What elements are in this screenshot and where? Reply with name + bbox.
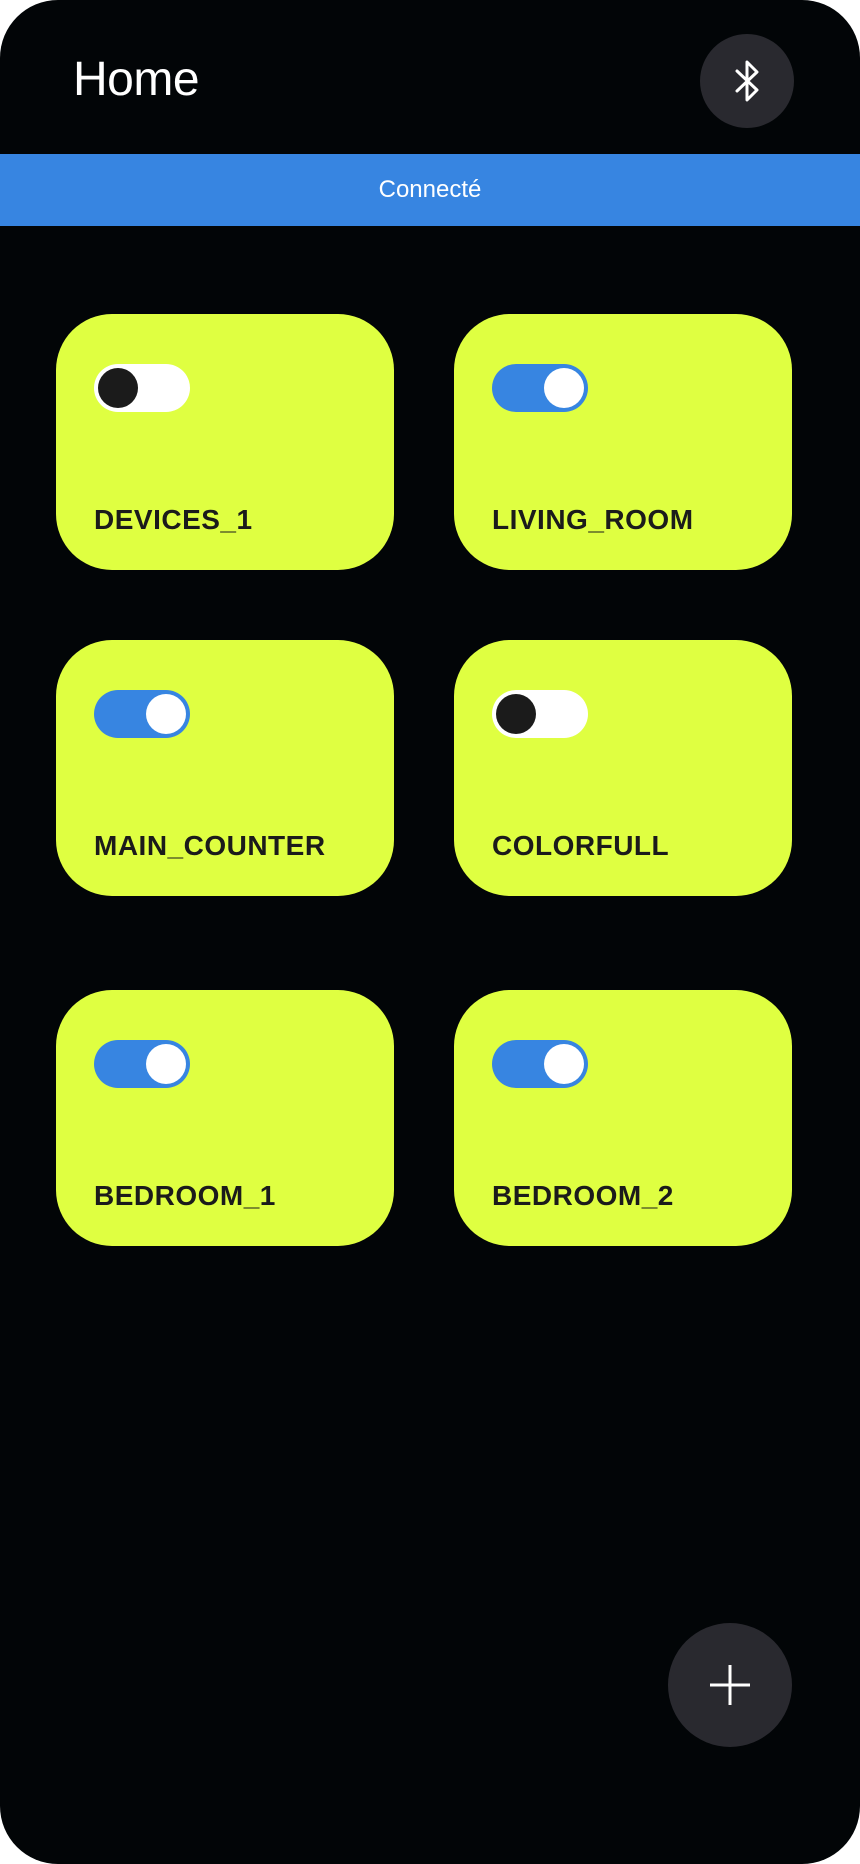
bluetooth-button[interactable] <box>700 34 794 128</box>
add-device-button[interactable] <box>668 1623 792 1747</box>
device-card-colorfull[interactable]: COLORFULL <box>454 640 792 896</box>
device-label: LIVING_ROOM <box>492 504 694 535</box>
device-label: BEDROOM_2 <box>492 1180 674 1211</box>
page-title: Home <box>73 53 200 106</box>
app-screen: Home Connecté DEVICES_1 LIVING_ROOM MAIN… <box>0 0 860 1864</box>
device-toggle-main-counter[interactable] <box>94 690 190 738</box>
toggle-knob <box>496 694 536 734</box>
device-toggle-living-room[interactable] <box>492 364 588 412</box>
device-toggle-bedroom-2[interactable] <box>492 1040 588 1088</box>
toggle-knob <box>544 1044 584 1084</box>
device-label: DEVICES_1 <box>94 504 253 535</box>
device-card-bedroom-1[interactable]: BEDROOM_1 <box>56 990 394 1246</box>
device-toggle-bedroom-1[interactable] <box>94 1040 190 1088</box>
connection-status-banner: Connecté <box>0 154 860 226</box>
device-label: BEDROOM_1 <box>94 1180 276 1211</box>
device-label: MAIN_COUNTER <box>94 830 326 861</box>
device-toggle-devices-1[interactable] <box>94 364 190 412</box>
device-toggle-colorfull[interactable] <box>492 690 588 738</box>
device-card-bedroom-2[interactable]: BEDROOM_2 <box>454 990 792 1246</box>
toggle-knob <box>146 1044 186 1084</box>
toggle-knob <box>146 694 186 734</box>
device-card-devices-1[interactable]: DEVICES_1 <box>56 314 394 570</box>
toggle-knob <box>98 368 138 408</box>
toggle-knob <box>544 368 584 408</box>
device-label: COLORFULL <box>492 830 670 861</box>
device-card-living-room[interactable]: LIVING_ROOM <box>454 314 792 570</box>
connection-status-text: Connecté <box>378 176 482 203</box>
bluetooth-icon <box>735 60 759 102</box>
plus-icon <box>710 1665 750 1705</box>
device-card-main-counter[interactable]: MAIN_COUNTER <box>56 640 394 896</box>
